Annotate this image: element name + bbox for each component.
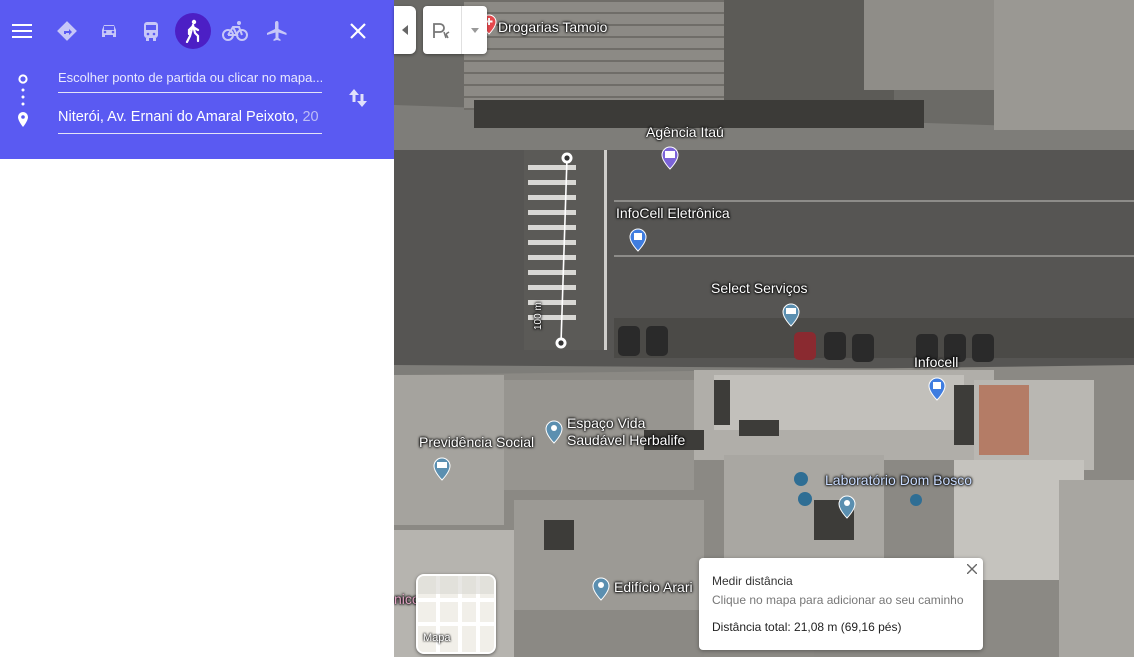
destination-input[interactable]: Niterói, Av. Ernani do Amaral Peixoto, 2… (58, 109, 322, 134)
measure-distance-panel: Medir distância Clique no mapa para adic… (699, 558, 983, 650)
poi-label-select-servicos[interactable]: Select Serviços (711, 280, 807, 296)
destination-text-overflow: 20 (302, 109, 319, 125)
close-directions-button[interactable] (342, 15, 374, 47)
measure-title: Medir distância (712, 574, 793, 588)
mode-walking-button[interactable] (175, 13, 211, 49)
car-icon (102, 25, 116, 37)
bank-pin-icon[interactable] (660, 142, 680, 170)
poi-label-infocell[interactable]: Infocell (914, 354, 958, 370)
shop-pin-icon[interactable] (927, 373, 947, 401)
government-pin-icon[interactable] (432, 453, 452, 481)
menu-icon (12, 24, 32, 38)
map-type-toggle[interactable]: Mapa (416, 574, 496, 654)
airplane-icon (267, 21, 287, 41)
bicycle-icon (222, 21, 248, 41)
mode-bicycle-button[interactable] (217, 13, 253, 49)
menu-button[interactable] (8, 13, 36, 49)
mode-flights-button[interactable] (259, 13, 295, 49)
swap-icon (349, 89, 367, 107)
poi-label-espaco-vida[interactable]: Espaço Vida (567, 415, 645, 431)
mode-transit-button[interactable] (133, 13, 169, 49)
chevron-down-icon (471, 28, 479, 33)
map-layer-selector[interactable] (423, 6, 487, 54)
route-connector-icon (18, 74, 28, 127)
map-type-label: Mapa (423, 632, 451, 644)
poi-label-infocell-eletronica[interactable]: InfoCell Eletrônica (616, 205, 730, 221)
layer-divider (461, 6, 462, 54)
place-pin-icon[interactable] (837, 491, 857, 519)
place-pin-icon[interactable] (544, 416, 564, 444)
poi-label-espaco-vida-2[interactable]: Saudável Herbalife (567, 432, 685, 448)
shop-pin-icon[interactable] (628, 224, 648, 252)
poi-label-laboratorio[interactable]: Laboratório Dom Bosco (825, 472, 972, 488)
walk-icon (185, 19, 200, 43)
collapse-panel-button[interactable] (394, 6, 416, 54)
walk-layer-icon (433, 23, 450, 39)
bus-icon (144, 22, 158, 41)
chevron-left-icon (402, 25, 408, 35)
service-pin-icon[interactable] (781, 299, 801, 327)
poi-label-drogarias[interactable]: Drogarias Tamoio (498, 19, 607, 35)
mode-car-button[interactable] (91, 13, 127, 49)
close-icon (967, 564, 977, 574)
poi-label-itau[interactable]: Agência Itaú (646, 124, 724, 140)
measure-total: Distância total: 21,08 m (69,16 pés) (712, 620, 902, 634)
measure-close-button[interactable] (963, 560, 981, 578)
directions-icon (57, 21, 77, 41)
directions-header: Escolher ponto de partida ou clicar no m… (0, 0, 394, 159)
close-icon (350, 23, 366, 39)
mode-best-route-button[interactable] (49, 13, 85, 49)
measure-hint: Clique no mapa para adicionar ao seu cam… (712, 593, 964, 607)
place-pin-icon[interactable] (591, 573, 611, 601)
poi-label-previdencia[interactable]: Previdência Social (419, 434, 534, 450)
destination-text: Niterói, Av. Ernani do Amaral Peixoto, (58, 109, 303, 125)
measure-scale-label: 100 m (533, 302, 544, 330)
origin-input[interactable]: Escolher ponto de partida ou clicar no m… (58, 70, 322, 93)
directions-sidebar: Escolher ponto de partida ou clicar no m… (0, 0, 394, 657)
poi-label-edificio-arari[interactable]: Edifício Arari (614, 579, 693, 595)
swap-button[interactable] (344, 84, 372, 112)
